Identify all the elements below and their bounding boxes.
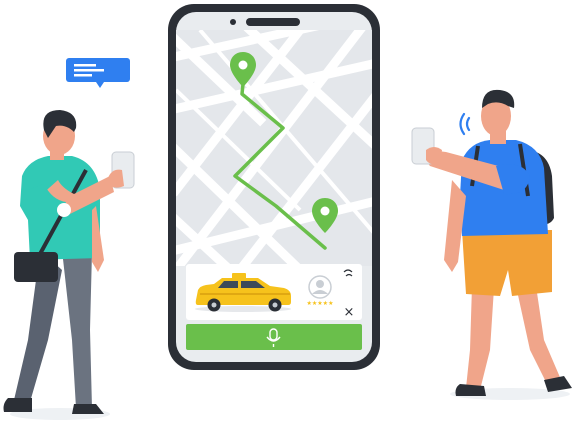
smartphone: ★★★★★ ×: [168, 4, 380, 370]
person-left: [3, 110, 135, 414]
illustration-stage: ★★★★★ ×: [0, 0, 574, 424]
wifi-signal-icon: [459, 112, 471, 136]
driver-card: ★★★★★ ×: [186, 264, 362, 320]
message-bubble-icon: [66, 58, 130, 88]
person-right: [411, 89, 572, 396]
driver-avatar: [308, 275, 332, 299]
phone-speaker: [246, 18, 300, 26]
taxi-booking-illustration: ★★★★★ ×: [3, 4, 572, 420]
driver-rating-stars: ★★★★★: [307, 300, 334, 307]
map: [176, 30, 372, 266]
voice-call-button[interactable]: [186, 324, 362, 350]
close-icon[interactable]: ×: [344, 305, 355, 320]
